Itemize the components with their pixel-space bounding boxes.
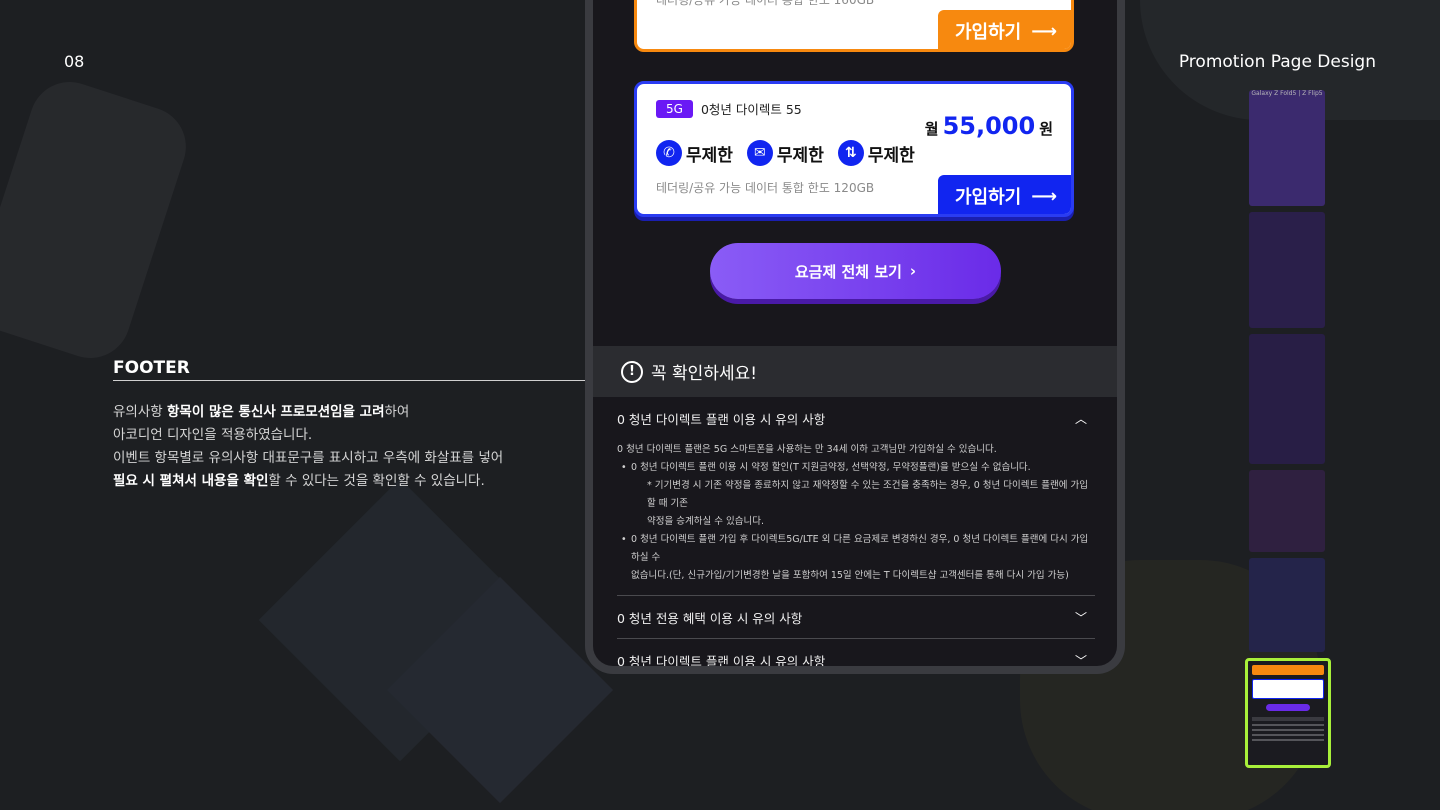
thumbnail-footer-current[interactable] bbox=[1245, 658, 1331, 768]
desc-line-2: 아코디언 디자인을 적용하였습니다. bbox=[113, 427, 313, 443]
chevron-down-icon: ﹀ bbox=[1074, 610, 1087, 625]
plan-price: 월 55,000 원 bbox=[924, 112, 1053, 140]
chevron-right-icon: › bbox=[909, 262, 917, 280]
desc-line-1: 유의사항 항목이 많은 통신사 프로모션임을 고려하여 bbox=[113, 404, 410, 420]
thumbnail-plans[interactable] bbox=[1249, 558, 1325, 652]
join-button-bottom[interactable]: 가입하기 ⟶ bbox=[938, 175, 1071, 214]
phone-mockup: 테더링/공유 가능 데이터 통합 한도 160GB 가입하기 ⟶ 5G 0청년 다… bbox=[585, 0, 1125, 674]
accordion-body: 0 청년 다이렉트 플랜은 5G 스마트폰을 사용하는 만 34세 이하 고객님… bbox=[617, 439, 1095, 595]
thumbnail-coupon[interactable] bbox=[1249, 470, 1325, 552]
mail-icon: ✉ bbox=[746, 140, 773, 166]
thumb-plan-orange bbox=[1252, 665, 1324, 675]
thumb-plan-blue bbox=[1252, 679, 1324, 699]
accordion-item: 0 청년 다이렉트 플랜 이용 시 유의 사항 ﹀ bbox=[617, 639, 1095, 668]
plan-note-bottom: 테더링/공유 가능 데이터 통합 한도 120GB bbox=[656, 181, 875, 195]
plan-header: 5G 0청년 다이렉트 55 bbox=[656, 99, 802, 118]
plan-card-top: 테더링/공유 가능 데이터 통합 한도 160GB 가입하기 ⟶ bbox=[634, 0, 1074, 52]
phone-icon: ✆ bbox=[656, 140, 682, 166]
feature-call: ✆ 무제한 bbox=[656, 140, 733, 166]
exclamation-icon: ! bbox=[621, 360, 643, 383]
plan-note: 테더링/공유 가능 데이터 통합 한도 160GB bbox=[656, 0, 875, 7]
accordion-header[interactable]: 0 청년 다이렉트 플랜 이용 시 유의 사항 ﹀ bbox=[617, 639, 1095, 668]
plan-card-bottom: 5G 0청년 다이렉트 55 ✆ 무제한 ✉ 무제한 ⇅ 무제한 월 55,000 원… bbox=[634, 81, 1074, 217]
feature-data: ⇅ 무제한 bbox=[837, 140, 915, 166]
notice-header: ! 꼭 확인하세요! bbox=[593, 346, 1117, 397]
thumb-all-plans bbox=[1266, 704, 1310, 711]
chevron-down-icon: ﹀ bbox=[1074, 653, 1087, 668]
data-transfer-icon: ⇅ bbox=[837, 140, 864, 166]
accordion-header[interactable]: 0 청년 다이렉트 플랜 이용 시 유의 사항 ︿ bbox=[617, 397, 1095, 439]
thumbnail-event[interactable] bbox=[1249, 334, 1325, 464]
network-badge: 5G bbox=[656, 99, 693, 118]
accordion-item: 0 청년 다이렉트 플랜 이용 시 유의 사항 ︿ 0 청년 다이렉트 플랜은 5… bbox=[617, 397, 1095, 596]
plan-features: ✆ 무제한 ✉ 무제한 ⇅ 무제한 bbox=[656, 140, 915, 166]
desc-line-4: 필요 시 펼쳐서 내용을 확인할 수 있다는 것을 확인할 수 있습니다. bbox=[113, 473, 485, 489]
accordion-header[interactable]: 0 청년 전용 혜택 이용 시 유의 사항 ﹀ bbox=[617, 596, 1095, 638]
thumbnail-benefit[interactable] bbox=[1249, 212, 1325, 328]
desc-line-3: 이벤트 항목별로 유의사항 대표문구를 표시하고 우측에 화살표를 넣어 bbox=[113, 450, 504, 466]
page-thumbnails: Galaxy Z Fold5 | Z Flip5 bbox=[1245, 90, 1331, 774]
join-button-top[interactable]: 가입하기 ⟶ bbox=[938, 10, 1071, 49]
view-all-plans-button[interactable]: 요금제 전체 보기 › bbox=[710, 243, 1001, 299]
notice-accordion: 0 청년 다이렉트 플랜 이용 시 유의 사항 ︿ 0 청년 다이렉트 플랜은 5… bbox=[617, 397, 1095, 668]
feature-message: ✉ 무제한 bbox=[746, 140, 824, 166]
arrow-right-icon: ⟶ bbox=[1031, 185, 1058, 207]
footer-section: FOOTER 유의사항 항목이 많은 통신사 프로모션임을 고려하여 아코디언 … bbox=[113, 358, 585, 493]
thumbnail-hero[interactable]: Galaxy Z Fold5 | Z Flip5 bbox=[1249, 90, 1325, 206]
accordion-item: 0 청년 전용 혜택 이용 시 유의 사항 ﹀ bbox=[617, 596, 1095, 639]
section-description: 유의사항 항목이 많은 통신사 프로모션임을 고려하여 아코디언 디자인을 적용… bbox=[113, 401, 585, 493]
slide-title: Promotion Page Design bbox=[1178, 52, 1376, 72]
chevron-up-icon: ︿ bbox=[1074, 411, 1087, 426]
plan-name: 0청년 다이렉트 55 bbox=[700, 102, 802, 117]
slide-number: 08 bbox=[64, 52, 85, 71]
arrow-right-icon: ⟶ bbox=[1031, 20, 1058, 42]
section-title: FOOTER bbox=[113, 358, 585, 381]
